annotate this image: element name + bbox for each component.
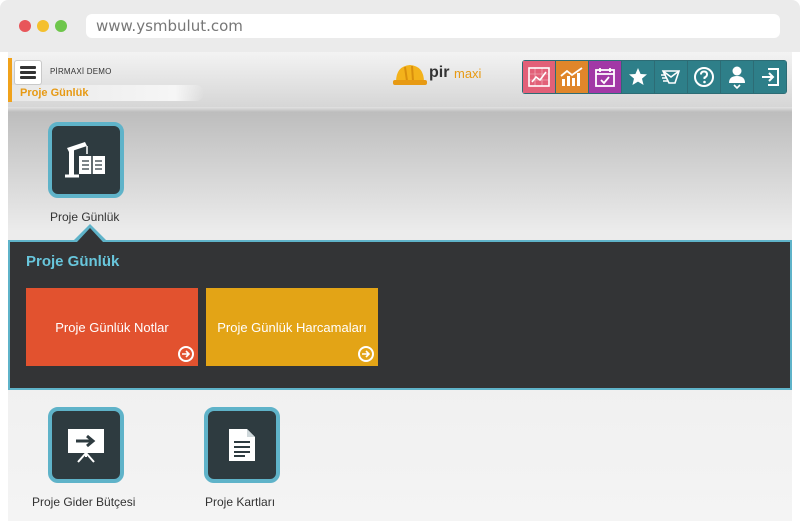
help-icon [694, 67, 714, 87]
panel-title: Proje Günlük [26, 253, 120, 270]
hamburger-line [20, 66, 36, 69]
address-bar[interactable]: www.ysmbulut.com [86, 14, 780, 38]
browser-chrome: www.ysmbulut.com [0, 0, 800, 52]
proje-gider-butcesi-tile[interactable] [48, 407, 124, 483]
proje-gunluk-notlar-label: Proje Günlük Notlar [55, 319, 169, 335]
proje-gunluk-notlar-button[interactable]: Proje Günlük Notlar [26, 288, 198, 366]
calendar-button[interactable] [589, 61, 621, 93]
header-toolbar [522, 60, 787, 94]
proje-gider-butcesi-label[interactable]: Proje Gider Bütçesi [32, 495, 135, 509]
messages-icon [661, 70, 681, 84]
proje-kartlari-tile[interactable] [204, 407, 280, 483]
user-icon [729, 66, 745, 89]
hamburger-menu-button[interactable] [14, 60, 42, 85]
help-button[interactable] [688, 61, 720, 93]
crane-book-icon [65, 142, 105, 178]
app-window: PİRMAXİ DEMO Proje Günlük pir maxi Proje… [8, 52, 792, 521]
star-icon [629, 68, 647, 85]
logo-text-maxi: maxi [454, 66, 482, 81]
hamburger-line [20, 76, 36, 79]
breadcrumb: Proje Günlük [12, 85, 204, 101]
arrow-right-icon [358, 346, 374, 362]
panel-pointer-inner [77, 228, 103, 242]
window-maximize-dot[interactable] [55, 20, 67, 32]
favorites-button[interactable] [622, 61, 654, 93]
window-close-dot[interactable] [19, 20, 31, 32]
logout-button[interactable] [754, 61, 786, 93]
proje-gunluk-harcamalari-button[interactable]: Proje Günlük Harcamaları [206, 288, 378, 366]
messages-button[interactable] [655, 61, 687, 93]
hardhat-logo-icon [393, 65, 427, 85]
presentation-board-icon [68, 429, 104, 463]
logout-icon [762, 68, 779, 86]
hamburger-line [20, 71, 36, 74]
proje-gunluk-label[interactable]: Proje Günlük [50, 210, 119, 224]
arrow-right-icon [178, 346, 194, 362]
chart-icon [560, 67, 583, 86]
proje-kartlari-label[interactable]: Proje Kartları [205, 495, 275, 509]
chart-button[interactable] [556, 61, 588, 93]
app-header: PİRMAXİ DEMO Proje Günlük pir maxi [8, 52, 792, 107]
logo-text-pir: pir [429, 64, 450, 81]
proje-gunluk-tile[interactable] [48, 122, 124, 198]
company-name: PİRMAXİ DEMO [50, 67, 112, 76]
proje-gunluk-panel: Proje Günlük Proje Günlük Notlar Proje G… [8, 240, 792, 390]
window-minimize-dot[interactable] [37, 20, 49, 32]
report-icon [528, 67, 550, 87]
calendar-check-icon [595, 68, 615, 87]
user-button[interactable] [721, 61, 753, 93]
document-icon [229, 429, 255, 461]
breadcrumb-current[interactable]: Proje Günlük [20, 87, 88, 99]
proje-gunluk-harcamalari-label: Proje Günlük Harcamaları [217, 319, 367, 335]
report-button[interactable] [523, 61, 555, 93]
